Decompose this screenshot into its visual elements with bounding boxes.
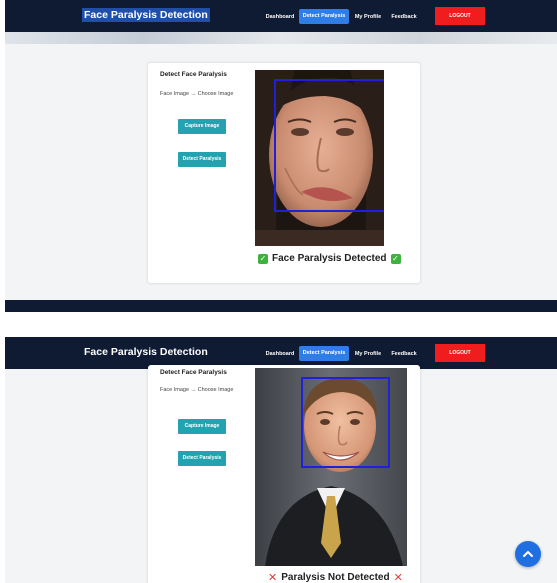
logout-button[interactable]: LOGOUT — [435, 344, 485, 362]
chevron-up-icon — [523, 551, 533, 557]
result-text: Face Paralysis Detected — [272, 253, 387, 264]
face-photo — [255, 70, 384, 246]
choose-image-link[interactable]: Choose Image — [198, 91, 234, 97]
detect-card: Detect Face Paralysis Face Image → Choos… — [148, 365, 420, 583]
x-mark-icon: ✕ — [268, 572, 278, 583]
nav-detect-paralysis[interactable]: Detect Paralysis — [299, 9, 349, 24]
nav-my-profile[interactable]: My Profile — [353, 10, 383, 24]
scroll-to-top-button[interactable] — [515, 541, 541, 567]
top-navbar: Face Paralysis Detection Dashboard Detec… — [5, 0, 557, 32]
check-square-icon: ✓ — [390, 253, 401, 264]
x-mark-icon: ✕ — [393, 572, 403, 583]
hero-image-strip — [5, 32, 557, 44]
capture-image-button[interactable]: Capture Image — [178, 119, 226, 134]
screenshot-paralysis-not-detected: Face Paralysis Detection Dashboard Detec… — [5, 337, 557, 583]
nav-feedback[interactable]: Feedback — [390, 347, 418, 361]
detect-paralysis-button[interactable]: Detect Paralysis — [178, 451, 226, 466]
check-square-icon: ✓ — [258, 253, 268, 264]
card-title: Detect Face Paralysis — [160, 369, 227, 376]
arrow-right-icon: → — [190, 387, 197, 393]
face-photo — [255, 368, 407, 566]
result-banner: ✓ Face Paralysis Detected ✓ — [258, 253, 401, 264]
nav-feedback[interactable]: Feedback — [390, 10, 418, 24]
card-title: Detect Face Paralysis — [160, 71, 227, 78]
choose-image-link[interactable]: Choose Image — [198, 387, 234, 393]
nav-my-profile[interactable]: My Profile — [353, 347, 383, 361]
detect-paralysis-button[interactable]: Detect Paralysis — [178, 152, 226, 167]
face-image-label: Face Image — [160, 91, 190, 97]
face-detection-box — [274, 79, 384, 212]
screenshot-paralysis-detected: Face Paralysis Detection Dashboard Detec… — [5, 0, 557, 300]
screenshot-divider — [5, 300, 557, 312]
result-text: Paralysis Not Detected — [281, 572, 390, 583]
nav-dashboard[interactable]: Dashboard — [263, 347, 297, 361]
brand-title[interactable]: Face Paralysis Detection — [82, 345, 210, 359]
brand-title[interactable]: Face Paralysis Detection — [82, 8, 210, 22]
detect-card: Detect Face Paralysis Face Image → Choos… — [148, 63, 420, 283]
logout-button[interactable]: LOGOUT — [435, 7, 485, 25]
face-image-row: Face Image → Choose Image — [160, 91, 233, 97]
capture-image-button[interactable]: Capture Image — [178, 419, 226, 434]
face-image-row: Face Image → Choose Image — [160, 387, 233, 393]
result-banner: ✕ Paralysis Not Detected ✕ — [268, 571, 403, 583]
nav-dashboard[interactable]: Dashboard — [263, 10, 297, 24]
arrow-right-icon: → — [190, 91, 197, 97]
face-detection-box — [301, 377, 390, 468]
face-image-label: Face Image — [160, 387, 190, 393]
nav-detect-paralysis[interactable]: Detect Paralysis — [299, 346, 349, 361]
